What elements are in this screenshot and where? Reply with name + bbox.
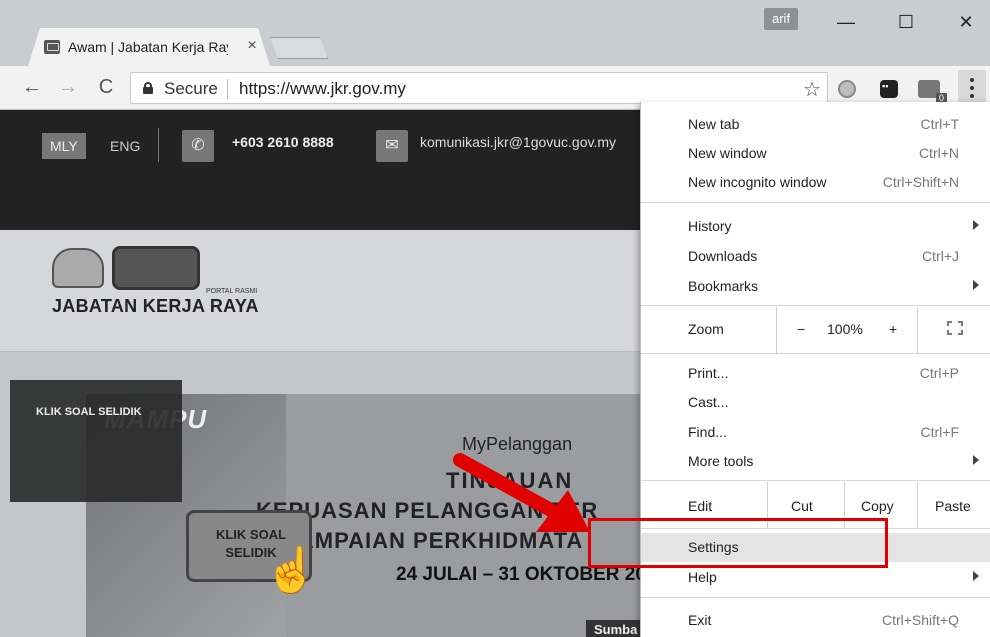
menu-item-shortcut: Ctrl+T [920, 116, 960, 132]
address-separator [227, 79, 228, 99]
submenu-arrow-icon [973, 571, 979, 581]
menu-item-label: Bookmarks [688, 278, 759, 294]
menu-item-cast[interactable]: Cast... [641, 388, 990, 417]
close-window-button[interactable]: ✕ [946, 10, 986, 34]
chrome-menu-button[interactable] [958, 70, 986, 106]
pointer-hand-icon: ☝ [264, 546, 319, 595]
menu-item-label: More tools [688, 453, 754, 469]
address-bar[interactable]: Secure https://www.jkr.gov.my ☆ [130, 72, 828, 104]
new-tab-button[interactable] [270, 37, 328, 59]
mail-icon: ✉ [376, 130, 408, 162]
menu-item-label: Find... [688, 424, 727, 440]
menu-item-downloads[interactable]: Downloads Ctrl+J [641, 242, 990, 271]
copy-button[interactable]: Copy [861, 498, 894, 514]
jkr-logo-icon[interactable] [112, 246, 200, 290]
email-address[interactable]: komunikasi.jkr@1govuc.gov.my [420, 134, 616, 150]
menu-item-history[interactable]: History [641, 212, 990, 241]
submenu-arrow-icon [973, 280, 979, 290]
menu-divider [641, 305, 990, 306]
portal-rasmi-label: PORTAL RASMI [206, 288, 258, 295]
secure-label: Secure [164, 79, 218, 98]
cut-button[interactable]: Cut [791, 498, 813, 514]
forward-arrow-icon[interactable]: → [56, 76, 80, 99]
site-logo-text[interactable]: JABATAN KERJA RAYA [52, 296, 259, 317]
menu-item-label: Help [688, 569, 717, 585]
title-bar: Awam | Jabatan Kerja Raya × arif — ☐ ✕ [0, 0, 990, 66]
menu-divider [641, 353, 990, 354]
menu-item-shortcut: Ctrl+P [919, 365, 959, 381]
menu-item-shortcut: Ctrl+F [920, 424, 960, 440]
menu-item-bookmarks[interactable]: Bookmarks [641, 272, 990, 301]
back-arrow-icon[interactable]: ← [20, 76, 44, 99]
menu-divider [641, 597, 990, 598]
coat-of-arms-icon[interactable] [52, 248, 104, 288]
maximize-button[interactable]: ☐ [886, 10, 926, 34]
lock-icon [143, 82, 153, 94]
edit-divider [917, 482, 918, 528]
phone-icon: ✆ [182, 130, 214, 162]
blackberry-extension-icon[interactable] [880, 80, 898, 98]
survey-overlay-panel[interactable]: KLIK SOAL SELIDIK [10, 380, 182, 502]
menu-item-label: History [688, 218, 732, 234]
profile-button[interactable]: arif [764, 8, 799, 30]
url-text[interactable]: https://www.jkr.gov.my [239, 79, 406, 99]
zoom-label: Zoom [688, 321, 724, 337]
submenu-arrow-icon [973, 220, 979, 230]
survey-overlay-text: KLIK SOAL SELIDIK [36, 406, 142, 418]
menu-item-label: New tab [688, 116, 740, 132]
topbar-divider [158, 128, 159, 162]
menu-item-shortcut: Ctrl+N [918, 145, 959, 161]
menu-item-new-window[interactable]: New window Ctrl+N [641, 139, 990, 168]
zoom-level: 100% [827, 321, 863, 337]
menu-item-new-tab[interactable]: New tab Ctrl+T [641, 110, 990, 139]
tab-title: Awam | Jabatan Kerja Raya [68, 39, 228, 55]
menu-item-print[interactable]: Print... Ctrl+P [641, 359, 990, 388]
zoom-out-button[interactable]: − [797, 321, 805, 337]
tab-close-icon[interactable]: × [244, 37, 260, 55]
menu-item-label: Cast... [688, 394, 729, 410]
menu-item-exit[interactable]: Exit Ctrl+Shift+Q [641, 606, 990, 635]
bookmark-star-icon[interactable]: ☆ [803, 77, 821, 102]
menu-divider [641, 202, 990, 203]
submenu-arrow-icon [973, 455, 979, 465]
menu-item-shortcut: Ctrl+Shift+N [882, 174, 959, 190]
paste-button[interactable]: Paste [935, 498, 971, 514]
menu-item-label: New window [688, 145, 767, 161]
language-eng-button[interactable]: ENG [102, 133, 148, 159]
red-arrow-icon [453, 453, 590, 532]
menu-item-label: New incognito window [688, 174, 827, 190]
zoom-divider [776, 307, 777, 353]
site-favicon-icon [44, 40, 60, 54]
settings-highlight-box [588, 518, 888, 568]
minimize-button[interactable]: — [826, 10, 866, 34]
menu-item-more-tools[interactable]: More tools [641, 447, 990, 476]
zoom-in-button[interactable]: + [889, 321, 897, 337]
phone-number: +603 2610 8888 [232, 134, 334, 150]
menu-item-shortcut: Ctrl+J [922, 248, 959, 264]
extension-icon[interactable] [838, 80, 856, 98]
menu-item-find[interactable]: Find... Ctrl+F [641, 418, 990, 447]
menu-item-label: Print... [688, 365, 729, 381]
menu-item-label: Downloads [688, 248, 758, 264]
language-mly-button[interactable]: MLY [42, 133, 86, 159]
menu-item-edit: Edit Cut Copy Paste [641, 492, 990, 521]
browser-tab[interactable]: Awam | Jabatan Kerja Raya × [28, 28, 270, 66]
zoom-divider [917, 307, 918, 353]
sumbangan-tag: Sumba [586, 620, 646, 637]
fullscreen-icon[interactable] [947, 321, 963, 335]
menu-item-shortcut: Ctrl+Shift+Q [881, 612, 959, 628]
menu-item-label: Exit [688, 612, 712, 628]
menu-item-zoom: Zoom − 100% + [641, 315, 990, 345]
edit-label: Edit [688, 498, 713, 514]
reload-icon[interactable]: C [94, 76, 118, 99]
menu-item-new-incognito-window[interactable]: New incognito window Ctrl+Shift+N [641, 168, 990, 197]
menu-divider [641, 480, 990, 481]
